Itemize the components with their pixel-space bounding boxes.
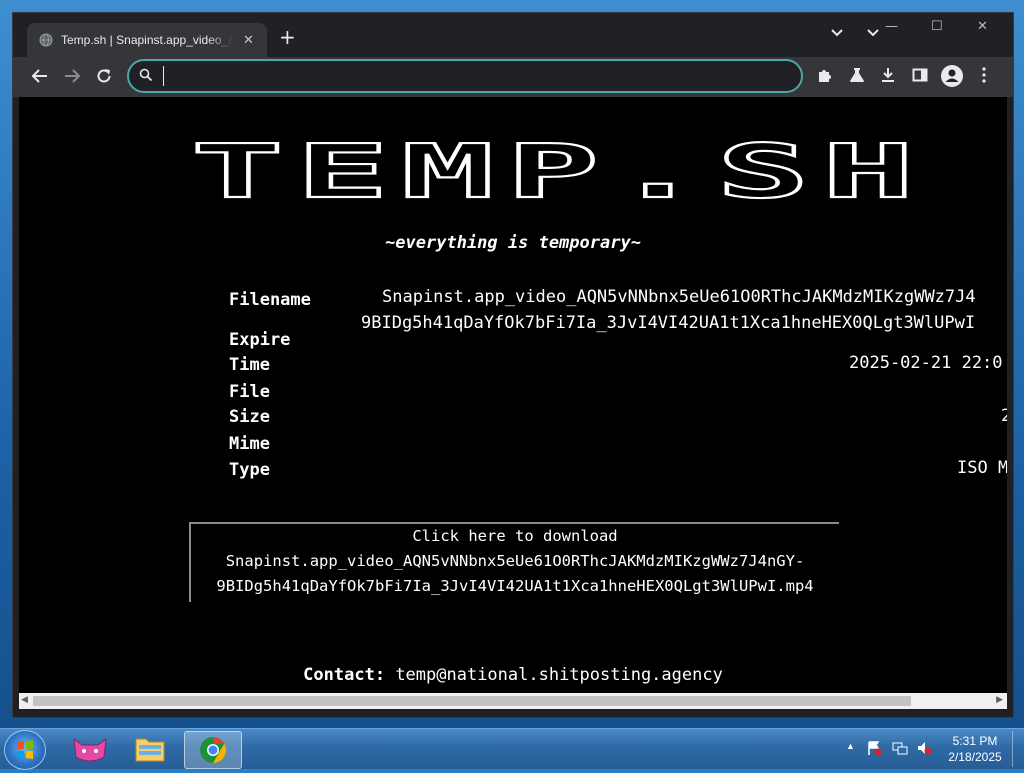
taskbar-file-explorer[interactable]	[122, 731, 178, 767]
cat-app-icon	[73, 737, 107, 762]
tagline: ~everything is temporary~	[385, 233, 641, 253]
forward-arrow-icon[interactable]	[63, 67, 81, 85]
more-vertical-icon[interactable]	[981, 67, 987, 83]
close-window-button[interactable]: ✕	[977, 19, 988, 34]
scroll-right-arrow-icon[interactable]: ▶	[996, 695, 1003, 705]
search-icon	[139, 68, 153, 82]
mime-label-line1: Mime	[229, 434, 270, 454]
tab-strip: Temp.sh | Snapinst.app_video_AQN5vNNbnx5…	[13, 13, 1013, 57]
scrollbar-thumb[interactable]	[33, 696, 911, 706]
contact-email[interactable]: temp@national.shitposting.agency	[395, 665, 723, 685]
size-value: 2	[1001, 406, 1007, 426]
expire-value: 2025-02-21 22:0	[849, 353, 1003, 373]
filename-value-line2: 9BIDg5h41qDaYfOk7bFi7Ia_3JvI4VI42UA1t1Xc…	[361, 313, 976, 333]
download-filename-line1: Snapinst.app_video_AQN5vNNbnx5eUe61O0RTh…	[225, 552, 805, 570]
back-arrow-icon[interactable]	[31, 67, 49, 85]
labs-flask-icon[interactable]	[849, 67, 865, 83]
taskbar-app-cat[interactable]	[62, 731, 118, 767]
chevron-down-icon[interactable]	[831, 29, 843, 37]
mime-label-line2: Type	[229, 460, 270, 480]
size-label-line2: Size	[229, 407, 270, 427]
download-link-label: Click here to download	[412, 527, 618, 545]
download-icon[interactable]	[880, 67, 896, 83]
volume-muted-icon[interactable]	[916, 740, 932, 756]
taskbar: ▲ 5:31 PM 2/18/2025	[0, 728, 1024, 770]
windows-logo-icon	[17, 740, 33, 759]
size-label-line1: File	[229, 382, 270, 402]
person-icon	[945, 69, 959, 82]
show-desktop-button[interactable]	[1012, 731, 1023, 767]
clock-time[interactable]: 5:31 PM	[950, 734, 1000, 748]
chrome-icon	[200, 736, 227, 764]
new-tab-button[interactable]: +	[279, 27, 296, 47]
filename-label: Filename	[229, 290, 311, 310]
taskbar-chrome[interactable]	[184, 731, 242, 769]
page-content: TEMP.SH ~everything is temporary~ Filena…	[19, 97, 1007, 693]
expire-label-line2: Time	[229, 355, 270, 375]
tab-temp-sh[interactable]: Temp.sh | Snapinst.app_video_AQN5vNNbnx5…	[27, 23, 267, 57]
show-hidden-icons-arrow-icon[interactable]: ▲	[846, 741, 855, 751]
action-center-flag-icon[interactable]	[866, 740, 882, 756]
reload-icon[interactable]	[95, 67, 113, 85]
profile-avatar[interactable]	[941, 65, 963, 87]
download-filename-line2: 9BIDg5h41qDaYfOk7bFi7Ia_3JvI4VI42UA1t1Xc…	[216, 577, 814, 595]
mime-value: ISO M	[957, 458, 1007, 478]
start-button[interactable]	[4, 730, 46, 770]
tab-close-icon[interactable]: ✕	[243, 32, 254, 48]
contact-line: Contact: temp@national.shitposting.agenc…	[19, 665, 1007, 685]
tab-title: Temp.sh | Snapinst.app_video_AQN5vNNbnx5…	[61, 33, 233, 47]
scroll-left-arrow-icon[interactable]: ◀	[21, 695, 28, 705]
maximize-button[interactable]: ☐	[931, 19, 943, 34]
horizontal-scrollbar[interactable]: ◀ ▶	[19, 693, 1007, 709]
folder-icon	[135, 738, 165, 762]
side-panel-icon[interactable]	[912, 67, 928, 83]
browser-toolbar	[13, 57, 1013, 97]
network-icon[interactable]	[892, 740, 908, 756]
address-bar[interactable]	[127, 59, 803, 93]
address-input[interactable]	[163, 66, 768, 86]
filename-value-line1: Snapinst.app_video_AQN5vNNbnx5eUe61O0RTh…	[382, 287, 976, 307]
tab-search-chevron-icon[interactable]	[867, 29, 879, 37]
download-link[interactable]: Click here to download Snapinst.app_vide…	[189, 522, 839, 602]
minimize-button[interactable]: —	[885, 19, 898, 34]
extensions-puzzle-icon[interactable]	[817, 67, 833, 83]
logo-text: TEMP.SH	[191, 139, 927, 203]
expire-label-line1: Expire	[229, 330, 291, 350]
contact-label: Contact:	[303, 665, 386, 685]
clock-date[interactable]: 2/18/2025	[944, 750, 1006, 764]
browser-window: Temp.sh | Snapinst.app_video_AQN5vNNbnx5…	[12, 12, 1014, 718]
temp-sh-logo: TEMP.SH	[190, 139, 927, 203]
globe-icon	[39, 33, 53, 47]
